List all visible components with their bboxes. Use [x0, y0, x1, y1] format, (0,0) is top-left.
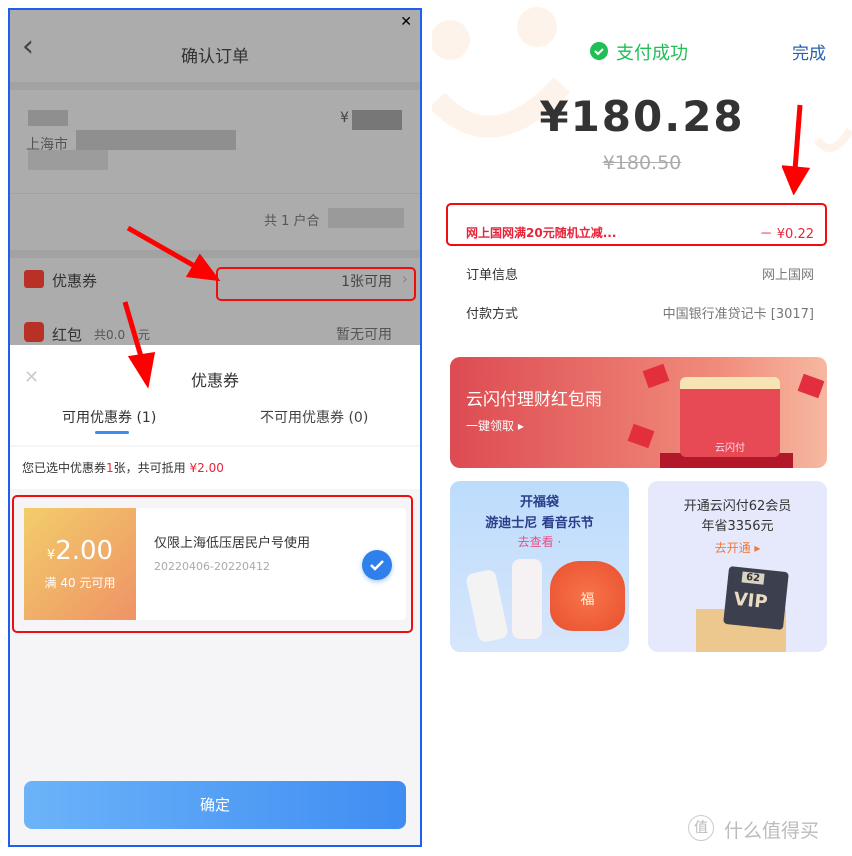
vip-badge-text: VIP [732, 588, 769, 614]
coupon-screen: ✕ ‹ 确认订单 上海市 ¥ 共 1 户合 优惠券 1张可用 › 红包 共0.0… [8, 8, 422, 847]
payment-success-screen: 支付成功 完成 ¥180.28 ¥180.50 网上国网满20元随机立减... … [432, 0, 852, 856]
watermark: 什么值得买 [724, 820, 820, 842]
highlight-box [12, 495, 413, 633]
discount-value: － ¥0.22 [759, 227, 814, 242]
vip-card-image: 62 VIP [723, 566, 789, 630]
tab-available[interactable]: 可用优惠券 (1) [62, 407, 156, 427]
order-info-value: 网上国网 [761, 268, 814, 283]
card-cta: 去查看 · [517, 535, 562, 549]
coupon-sheet: ✕ 优惠券 可用优惠券 (1) 不可用优惠券 (0) 您已选中优惠券1张，共可抵… [10, 345, 420, 845]
lucky-bag-image: 福 [550, 561, 625, 631]
active-tab-indicator [95, 431, 129, 434]
order-info-label: 订单信息 [466, 268, 519, 283]
done-button[interactable]: 完成 [792, 39, 826, 64]
card-cta: 去开通 ▸ [714, 541, 761, 555]
banner-cta: 一键领取 ▸ [466, 419, 524, 433]
red-packet-banner[interactable]: 云闪付理财红包雨 一键领取 ▸ 云闪付 [450, 357, 827, 468]
success-check-icon [590, 42, 608, 60]
red-envelope-image: 云闪付 [680, 377, 780, 457]
annotation-arrow [782, 104, 811, 195]
payment-status: 支付成功 [616, 43, 688, 64]
payment-method-value: 中国银行准贷记卡 [3017] [662, 307, 814, 322]
confirm-button[interactable]: 确定 [24, 781, 406, 829]
banner-title: 云闪付理财红包雨 [466, 390, 602, 410]
payment-method-label: 付款方式 [466, 307, 519, 322]
watermark-logo: 值 [688, 815, 714, 841]
tab-unavailable[interactable]: 不可用优惠券 (0) [260, 407, 368, 427]
drink-bottle-image [465, 568, 509, 644]
vip-membership-card[interactable]: 开通云闪付62会员 年省3356元 去开通 ▸ 62 VIP [648, 481, 827, 652]
drink-bottle-image [512, 559, 542, 639]
selection-notice: 您已选中优惠券1张，共可抵用 ¥2.00 [10, 447, 420, 489]
discount-label: 网上国网满20元随机立减... [466, 226, 617, 240]
lucky-bag-card[interactable]: 开福袋 游迪士尼 看音乐节 去查看 · 福 [450, 481, 629, 652]
annotation-arrows [122, 225, 221, 389]
